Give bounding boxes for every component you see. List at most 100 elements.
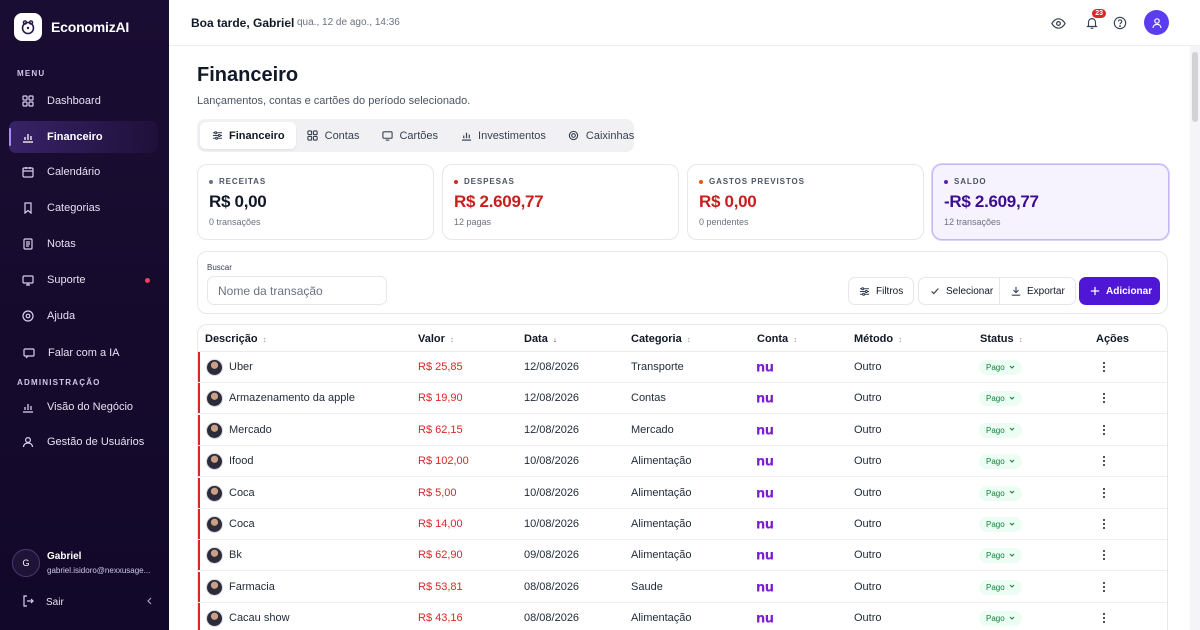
filters-button[interactable]: Filtros [848, 277, 915, 305]
sidebar-item-ajuda[interactable]: Ajuda [9, 300, 158, 332]
brand[interactable]: EconomizAI [14, 13, 129, 41]
export-label: Exportar [1027, 285, 1065, 297]
nubank-logo-icon: nu [756, 423, 775, 441]
cell-categoria: Alimentação [631, 455, 692, 468]
notification-dot [145, 278, 150, 283]
user-profile[interactable]: G Gabriel gabriel.isidoro@nexxusage... [12, 549, 155, 577]
cell-metodo: Outro [854, 423, 882, 436]
tab-caixinhas[interactable]: Caixinhas [557, 122, 645, 149]
sidebar-item-visao-do-negocio[interactable]: Visão do Negócio [9, 391, 158, 423]
status-badge[interactable]: Pago [979, 611, 1022, 627]
column-header-acoes: Ações [1096, 333, 1130, 345]
row-actions-menu-icon[interactable] [1096, 485, 1112, 501]
row-actions-menu-icon[interactable] [1096, 359, 1112, 375]
table-row[interactable]: Ifood R$ 102,00 10/08/2026 Alimentação Outro… [198, 446, 1167, 478]
transaction-avatar [206, 421, 223, 439]
sidebar-item-label: Categorias [47, 202, 101, 214]
export-button[interactable]: Exportar [999, 277, 1076, 305]
status-badge[interactable]: Pago [979, 485, 1022, 501]
message-icon [21, 273, 35, 287]
row-actions-menu-icon[interactable] [1096, 516, 1112, 532]
status-label: Pago [986, 582, 1005, 592]
row-actions-menu-icon[interactable] [1096, 547, 1112, 563]
select-button[interactable]: Selecionar [918, 277, 1005, 305]
help-icon[interactable] [1110, 13, 1130, 33]
transaction-avatar [206, 484, 223, 502]
status-badge[interactable]: Pago [979, 360, 1022, 375]
column-header-conta[interactable]: Conta ↕ [757, 333, 797, 345]
status-badge[interactable]: Pago [979, 548, 1022, 564]
sidebar-item-dashboard[interactable]: Dashboard [9, 85, 158, 117]
table-row[interactable]: Armazenamento da apple R$ 19,90 12/08/2026… [198, 383, 1167, 415]
svg-text:nu: nu [756, 581, 774, 593]
collapse-sidebar-icon[interactable] [146, 597, 154, 608]
status-badge[interactable]: Pago [979, 517, 1022, 532]
user-name: Gabriel [47, 551, 82, 562]
tab-investimentos[interactable]: Investimentos [449, 122, 557, 149]
status-badge[interactable]: Pago [979, 422, 1022, 438]
column-header-metodo[interactable]: Método ↕ [854, 333, 902, 345]
tab-cartoes[interactable]: Cartões [370, 122, 449, 149]
chevron-down-icon [1009, 395, 1015, 403]
column-header-data[interactable]: Data ↓ [524, 333, 557, 345]
table-header: Descrição ↕ Valor ↕ Data ↓ Categoria ↕ Conta… [198, 325, 1167, 352]
summary-card-despesas: DESPESAS R$ 2.609,77 12 pagas [442, 164, 679, 240]
sidebar-item-notas[interactable]: Notas [9, 228, 158, 260]
tab-financeiro[interactable]: Financeiro [200, 122, 296, 149]
chevron-down-icon [1009, 583, 1015, 591]
chevron-down-icon [1009, 458, 1015, 466]
table-row[interactable]: Farmacia R$ 53,81 08/08/2026 Saude Outro nu Pa… [198, 571, 1167, 603]
row-actions-menu-icon[interactable] [1096, 453, 1112, 469]
user-avatar-button[interactable] [1144, 10, 1169, 35]
nubank-logo-icon: nu [756, 517, 775, 535]
status-label: Pago [986, 394, 1005, 404]
card-value: -R$ 2.609,77 [944, 192, 1039, 211]
page-scrollbar[interactable] [1190, 46, 1200, 630]
row-actions-menu-icon[interactable] [1096, 610, 1112, 626]
column-header-categoria[interactable]: Categoria ↕ [631, 333, 691, 345]
cell-categoria: Alimentação [631, 612, 692, 625]
notifications-bell-icon[interactable]: 23 [1082, 9, 1106, 33]
visibility-toggle-icon[interactable] [1048, 13, 1068, 33]
transaction-avatar [206, 359, 223, 376]
status-badge[interactable]: Pago [979, 579, 1022, 595]
table-row[interactable]: Coca R$ 14,00 10/08/2026 Alimentação Outro nu… [198, 509, 1167, 540]
table-row[interactable]: Cacau show R$ 43,16 08/08/2026 Alimentação O… [198, 603, 1167, 630]
cell-descricao: Armazenamento da apple [229, 392, 355, 405]
status-badge[interactable]: Pago [979, 454, 1022, 470]
table-row[interactable]: Mercado R$ 62,15 12/08/2026 Mercado Outro nu P… [198, 414, 1167, 446]
table-row[interactable]: Coca R$ 5,00 10/08/2026 Alimentação Outro nu P… [198, 477, 1167, 509]
sidebar-item-categorias[interactable]: Categorias [9, 192, 158, 224]
cell-data: 10/08/2026 [524, 518, 580, 530]
search-panel: Buscar Filtros Selecionar Exportar Adici… [197, 251, 1168, 314]
search-input[interactable] [207, 276, 387, 305]
column-header-status[interactable]: Status ↕ [980, 333, 1023, 345]
table-row[interactable]: Bk R$ 62,90 09/08/2026 Alimentação Outro nu Pa… [198, 540, 1167, 572]
tab-contas[interactable]: Contas [296, 122, 371, 149]
svg-text:nu: nu [756, 455, 774, 467]
logout-button[interactable]: Sair [22, 595, 154, 610]
scrollbar-thumb[interactable] [1192, 52, 1198, 122]
add-label: Adicionar [1106, 285, 1153, 297]
card-label: RECEITAS [219, 177, 267, 186]
cell-categoria: Contas [631, 392, 666, 405]
row-actions-menu-icon[interactable] [1096, 390, 1112, 406]
sidebar-item-financeiro[interactable]: Financeiro [9, 121, 158, 153]
sidebar-item-gestao-de-usuarios[interactable]: Gestão de Usuários [9, 426, 158, 458]
cell-valor: R$ 102,00 [418, 455, 469, 468]
row-actions-menu-icon[interactable] [1096, 422, 1112, 438]
cell-metodo: Outro [854, 392, 882, 405]
row-actions-menu-icon[interactable] [1096, 579, 1112, 595]
status-badge[interactable]: Pago [979, 391, 1022, 407]
column-header-descricao[interactable]: Descrição ↕ [205, 333, 267, 345]
table-row[interactable]: Uber R$ 25,85 12/08/2026 Transporte Outro nu P… [198, 352, 1167, 383]
sidebar-item-calendario[interactable]: Calendário [9, 156, 158, 188]
sidebar-item-suporte[interactable]: Suporte [9, 264, 158, 296]
svg-text:nu: nu [756, 518, 774, 530]
filters-label: Filtros [876, 285, 904, 297]
sidebar-item-falar-com-ia[interactable]: Falar com a IA [9, 337, 158, 369]
current-datetime: qua., 12 de ago., 14:36 [297, 17, 400, 28]
column-header-valor[interactable]: Valor ↕ [418, 333, 454, 345]
add-transaction-button[interactable]: Adicionar [1079, 277, 1160, 305]
sidebar-item-label: Dashboard [47, 95, 101, 107]
